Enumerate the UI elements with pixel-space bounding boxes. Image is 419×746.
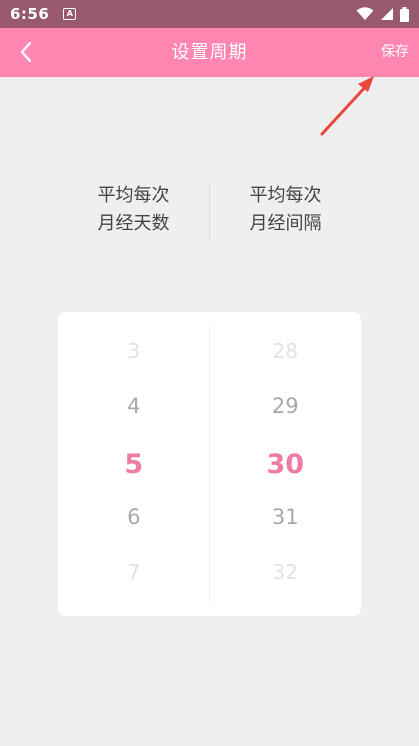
signal-icon — [381, 8, 393, 20]
period-days-option[interactable]: 4 — [58, 391, 210, 421]
status-bar: 6:56 A — [0, 0, 419, 28]
cycle-picker: 3 4 5 6 7 28 29 30 31 32 — [58, 312, 361, 616]
period-days-label: 平均每次 月经天数 — [58, 182, 209, 242]
cycle-interval-label: 平均每次 月经间隔 — [210, 182, 361, 242]
period-days-label-line1: 平均每次 — [97, 185, 170, 206]
cycle-interval-label-line1: 平均每次 — [249, 185, 322, 206]
status-time: 6:56 — [10, 5, 50, 23]
period-days-option[interactable]: 7 — [58, 557, 210, 587]
period-days-option[interactable]: 6 — [58, 502, 210, 532]
cycle-interval-option[interactable]: 29 — [210, 391, 362, 421]
wifi-icon — [356, 7, 374, 20]
period-days-selected[interactable]: 5 — [58, 450, 210, 480]
cycle-interval-option[interactable]: 28 — [210, 336, 362, 366]
picker-labels: 平均每次 月经天数 平均每次 月经间隔 — [58, 182, 361, 242]
notification-a-icon: A — [63, 8, 77, 20]
period-days-label-line2: 月经天数 — [97, 213, 170, 234]
period-days-wheel[interactable]: 3 4 5 6 7 — [58, 312, 210, 616]
status-icons — [356, 6, 409, 22]
cycle-interval-selected[interactable]: 30 — [210, 450, 362, 480]
period-days-option[interactable]: 3 — [58, 336, 210, 366]
cycle-interval-wheel[interactable]: 28 29 30 31 32 — [210, 312, 362, 616]
battery-icon — [400, 6, 409, 22]
cycle-interval-option[interactable]: 31 — [210, 502, 362, 532]
cycle-interval-label-line2: 月经间隔 — [249, 213, 322, 234]
cycle-interval-option[interactable]: 32 — [210, 557, 362, 587]
annotation-arrow-icon — [320, 76, 374, 136]
save-button[interactable]: 保存 — [381, 28, 409, 77]
